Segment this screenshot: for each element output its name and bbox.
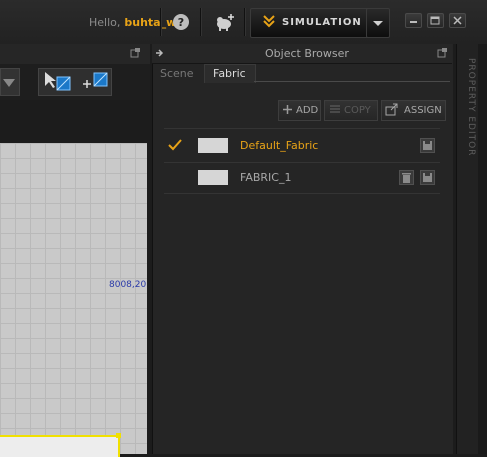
help-icon: ? bbox=[173, 14, 189, 30]
tab-underline bbox=[254, 81, 450, 82]
simulation-dropdown[interactable] bbox=[366, 8, 390, 38]
maximize-panel-icon[interactable] bbox=[437, 48, 447, 61]
toolbar-divider bbox=[244, 8, 246, 36]
plus-icon bbox=[282, 104, 293, 118]
toolbar-divider bbox=[160, 8, 162, 36]
checkmark-icon bbox=[168, 139, 182, 154]
collapse-arrow-icon[interactable] bbox=[155, 47, 165, 62]
greeting-text: Hello, bbox=[89, 16, 121, 29]
copy-button-label: COPY bbox=[344, 105, 371, 116]
save-fabric-button[interactable] bbox=[420, 170, 435, 185]
user-greeting: Hello, buhta_ws bbox=[89, 16, 183, 29]
help-button[interactable]: ? bbox=[172, 13, 190, 31]
assign-button-label: ASSIGN bbox=[404, 105, 442, 116]
save-icon bbox=[423, 141, 432, 150]
copy-icon bbox=[329, 104, 341, 118]
restore-button[interactable] bbox=[427, 13, 444, 28]
pattern-corner-handle[interactable] bbox=[116, 433, 121, 438]
select-mesh-tool-button[interactable] bbox=[42, 70, 72, 95]
simulation-chevron-icon bbox=[262, 14, 276, 31]
window-edge bbox=[478, 44, 487, 454]
toolbar-divider bbox=[200, 8, 202, 36]
add-agent-button[interactable] bbox=[214, 12, 236, 32]
fabric-name: FABRIC_1 bbox=[240, 171, 292, 184]
arrow-down-icon bbox=[3, 79, 15, 87]
save-icon bbox=[423, 173, 432, 182]
add-button-label: ADD bbox=[296, 105, 319, 116]
delete-fabric-button[interactable] bbox=[399, 170, 414, 185]
close-button[interactable] bbox=[449, 13, 466, 28]
property-editor-label: PROPERTY EDITOR bbox=[466, 58, 476, 157]
list-divider bbox=[164, 128, 440, 129]
maximize-panel-icon[interactable] bbox=[130, 48, 140, 61]
restore-icon bbox=[430, 16, 440, 25]
save-fabric-button[interactable] bbox=[420, 138, 435, 153]
minimize-button[interactable] bbox=[405, 13, 422, 28]
move-mesh-tool-button[interactable] bbox=[80, 70, 110, 95]
fabric-name: Default_Fabric bbox=[240, 139, 319, 152]
fabric-color-swatch bbox=[198, 170, 228, 185]
minimize-icon bbox=[410, 21, 417, 23]
trash-icon bbox=[402, 173, 411, 183]
coordinate-readout: 8008,20 bbox=[109, 280, 147, 290]
viewport-2d-margin bbox=[0, 100, 150, 143]
svg-text:?: ? bbox=[178, 16, 184, 29]
tab-fabric-label: Fabric bbox=[213, 67, 246, 80]
close-icon bbox=[453, 16, 462, 25]
object-browser-title: Object Browser bbox=[265, 47, 349, 60]
assign-icon bbox=[385, 103, 399, 119]
list-divider bbox=[164, 193, 440, 194]
select-mesh-icon bbox=[45, 72, 71, 91]
add-agent-icon bbox=[217, 14, 234, 31]
toolbar-tool-button[interactable] bbox=[0, 68, 20, 96]
viewport-2d-canvas[interactable] bbox=[0, 143, 147, 454]
chevron-down-icon bbox=[373, 21, 383, 26]
move-mesh-icon bbox=[83, 72, 108, 88]
simulation-label: SIMULATION bbox=[282, 17, 362, 28]
fabric-color-swatch bbox=[198, 138, 228, 153]
viewport-2d-header bbox=[0, 44, 150, 65]
tab-scene[interactable]: Scene bbox=[160, 67, 194, 80]
